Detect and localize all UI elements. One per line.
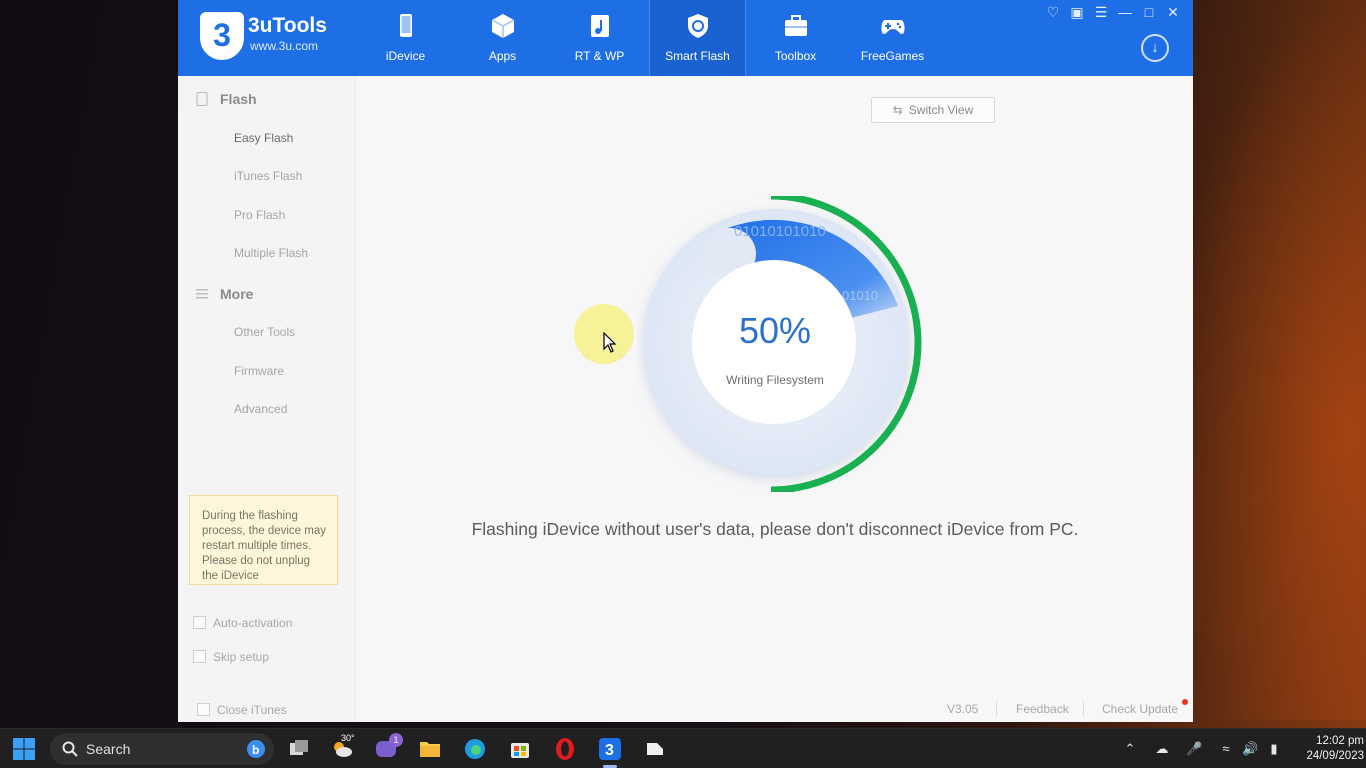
- notes-app-icon[interactable]: [643, 737, 667, 761]
- phone-outline-icon: [196, 92, 208, 106]
- flash-tip-box: During the flashing process, the device …: [189, 495, 338, 585]
- weather-temperature: 30°: [341, 733, 355, 743]
- microphone-icon[interactable]: 🎤: [1186, 741, 1202, 757]
- binary-text-1: 01010101010: [734, 223, 826, 240]
- taskbar-clock[interactable]: 12:02 pm 24/09/2023: [1298, 734, 1364, 764]
- bing-icon: b: [247, 740, 265, 758]
- nav-rt-wp-label: RT & WP: [574, 49, 625, 63]
- onedrive-cloud-icon[interactable]: ☁: [1154, 741, 1170, 757]
- clipboard-icon[interactable]: ▣: [1069, 4, 1085, 20]
- nav-smart-flash-label: Smart Flash: [665, 49, 730, 63]
- nav-freegames[interactable]: FreeGames: [844, 0, 941, 76]
- chat-badge: 1: [389, 733, 403, 747]
- nav-rt-wp[interactable]: RT & WP: [551, 0, 648, 76]
- status-divider: [996, 701, 997, 716]
- search-icon: [62, 741, 78, 757]
- mouse-pointer-icon: [603, 332, 617, 353]
- nav-smart-flash[interactable]: Smart Flash: [649, 0, 746, 76]
- switch-view-button[interactable]: ⇆ Switch View: [871, 97, 995, 123]
- gamepad-icon: [880, 20, 905, 34]
- menu-icon[interactable]: ☰: [1093, 4, 1109, 20]
- minimize-icon[interactable]: —: [1117, 4, 1133, 20]
- close-icon[interactable]: ✕: [1165, 4, 1181, 20]
- list-icon: [196, 289, 208, 299]
- skip-setup-checkbox[interactable]: [193, 650, 206, 663]
- nav-apps[interactable]: Apps: [454, 0, 551, 76]
- auto-activation-label: Auto-activation: [213, 616, 293, 630]
- shirt-icon[interactable]: ♡: [1045, 4, 1061, 20]
- clock-date: 24/09/2023: [1306, 750, 1364, 762]
- sidebar-item-pro-flash[interactable]: Pro Flash: [234, 208, 285, 222]
- progress-percentage: 50%: [738, 310, 812, 351]
- box-icon: [491, 14, 514, 38]
- sidebar-item-firmware[interactable]: Firmware: [234, 364, 284, 378]
- sidebar-item-easy-flash[interactable]: Easy Flash: [234, 131, 293, 145]
- nav-idevice-label: iDevice: [385, 49, 426, 63]
- nav-apps-label: Apps: [488, 49, 517, 63]
- nav-toolbox[interactable]: Toolbox: [747, 0, 844, 76]
- desktop-wallpaper: [1166, 0, 1366, 720]
- microsoft-store-icon[interactable]: [508, 737, 532, 761]
- volume-icon[interactable]: 🔊: [1242, 741, 1258, 757]
- clock-time: 12:02 pm: [1316, 735, 1364, 747]
- phone-icon: [399, 14, 412, 37]
- opera-browser-icon[interactable]: [553, 737, 577, 761]
- sidebar-item-itunes-flash[interactable]: iTunes Flash: [234, 169, 302, 183]
- flash-status-message: Flashing iDevice without user's data, pl…: [471, 519, 1079, 539]
- close-itunes-label: Close iTunes: [217, 703, 287, 717]
- nav-freegames-label: FreeGames: [860, 49, 925, 63]
- feedback-link[interactable]: Feedback: [1016, 702, 1069, 716]
- skip-setup-option[interactable]: Skip setup: [193, 650, 269, 664]
- windows-start-icon[interactable]: [12, 737, 36, 761]
- briefcase-icon: [784, 15, 807, 36]
- nav-toolbox-label: Toolbox: [774, 49, 817, 63]
- update-notification-dot: [1182, 699, 1188, 705]
- version-label: V3.05: [947, 702, 979, 716]
- sidebar-section-flash-title: Flash: [220, 91, 257, 107]
- top-navigation-bar: 3 3uTools www.3u.com iDevice Apps RT & W…: [178, 0, 1193, 76]
- 3utools-taskbar-icon[interactable]: 3: [598, 737, 622, 761]
- skip-setup-label: Skip setup: [213, 650, 270, 664]
- refresh-shield-icon: [687, 14, 708, 38]
- app-url: www.3u.com: [250, 39, 319, 53]
- switch-view-label: Switch View: [908, 103, 974, 117]
- music-file-icon: [590, 15, 609, 37]
- window-controls: ♡ ▣ ☰ — □ ✕: [1045, 4, 1181, 22]
- auto-activation-checkbox[interactable]: [193, 616, 206, 629]
- logo-mark-icon: 3: [200, 12, 244, 60]
- nav-idevice[interactable]: iDevice: [357, 0, 454, 76]
- svg-text:3: 3: [605, 742, 614, 759]
- sidebar-section-more[interactable]: More: [196, 286, 253, 302]
- show-hidden-icons-chevron-icon[interactable]: ⌃: [1122, 741, 1138, 757]
- svg-text:b: b: [252, 743, 259, 757]
- sidebar-section-flash[interactable]: Flash: [196, 91, 257, 107]
- app-name: 3uTools: [248, 14, 327, 37]
- sidebar-item-multiple-flash[interactable]: Multiple Flash: [234, 246, 308, 260]
- maximize-icon[interactable]: □: [1141, 4, 1157, 20]
- switch-arrows-icon: ⇆: [892, 103, 903, 117]
- status-bar: Close iTunes V3.05 Feedback Check Update: [178, 696, 1193, 722]
- search-label: Search: [86, 741, 131, 757]
- app-logo: 3 3uTools www.3u.com: [200, 12, 340, 62]
- wifi-icon[interactable]: ≈: [1218, 741, 1234, 757]
- edge-browser-icon[interactable]: [463, 737, 487, 761]
- check-update-link[interactable]: Check Update: [1102, 702, 1178, 716]
- task-view-icon[interactable]: [287, 737, 311, 761]
- battery-icon[interactable]: ▮: [1266, 741, 1282, 757]
- binary-text-2: 01010: [842, 288, 878, 303]
- auto-activation-option[interactable]: Auto-activation: [193, 616, 292, 630]
- taskbar-search-box[interactable]: Search b: [50, 733, 274, 765]
- download-arrow-icon[interactable]: ↓: [1141, 34, 1169, 62]
- sidebar-item-advanced[interactable]: Advanced: [234, 402, 287, 416]
- close-itunes-checkbox[interactable]: [197, 703, 210, 716]
- sidebar-section-more-title: More: [220, 286, 254, 302]
- close-itunes-option[interactable]: Close iTunes: [197, 703, 287, 717]
- windows-taskbar: Search b 30° 1 3 ⌃ ☁ 🎤 ≈ 🔊 ▮ 12:02 pm 24…: [0, 728, 1366, 768]
- progress-status-text: Writing Filesystem: [726, 373, 824, 387]
- status-divider: [1083, 701, 1084, 716]
- file-explorer-icon[interactable]: [418, 737, 442, 761]
- sidebar-item-other-tools[interactable]: Other Tools: [234, 325, 295, 339]
- sidebar: Flash Easy Flash iTunes Flash Pro Flash …: [178, 76, 356, 722]
